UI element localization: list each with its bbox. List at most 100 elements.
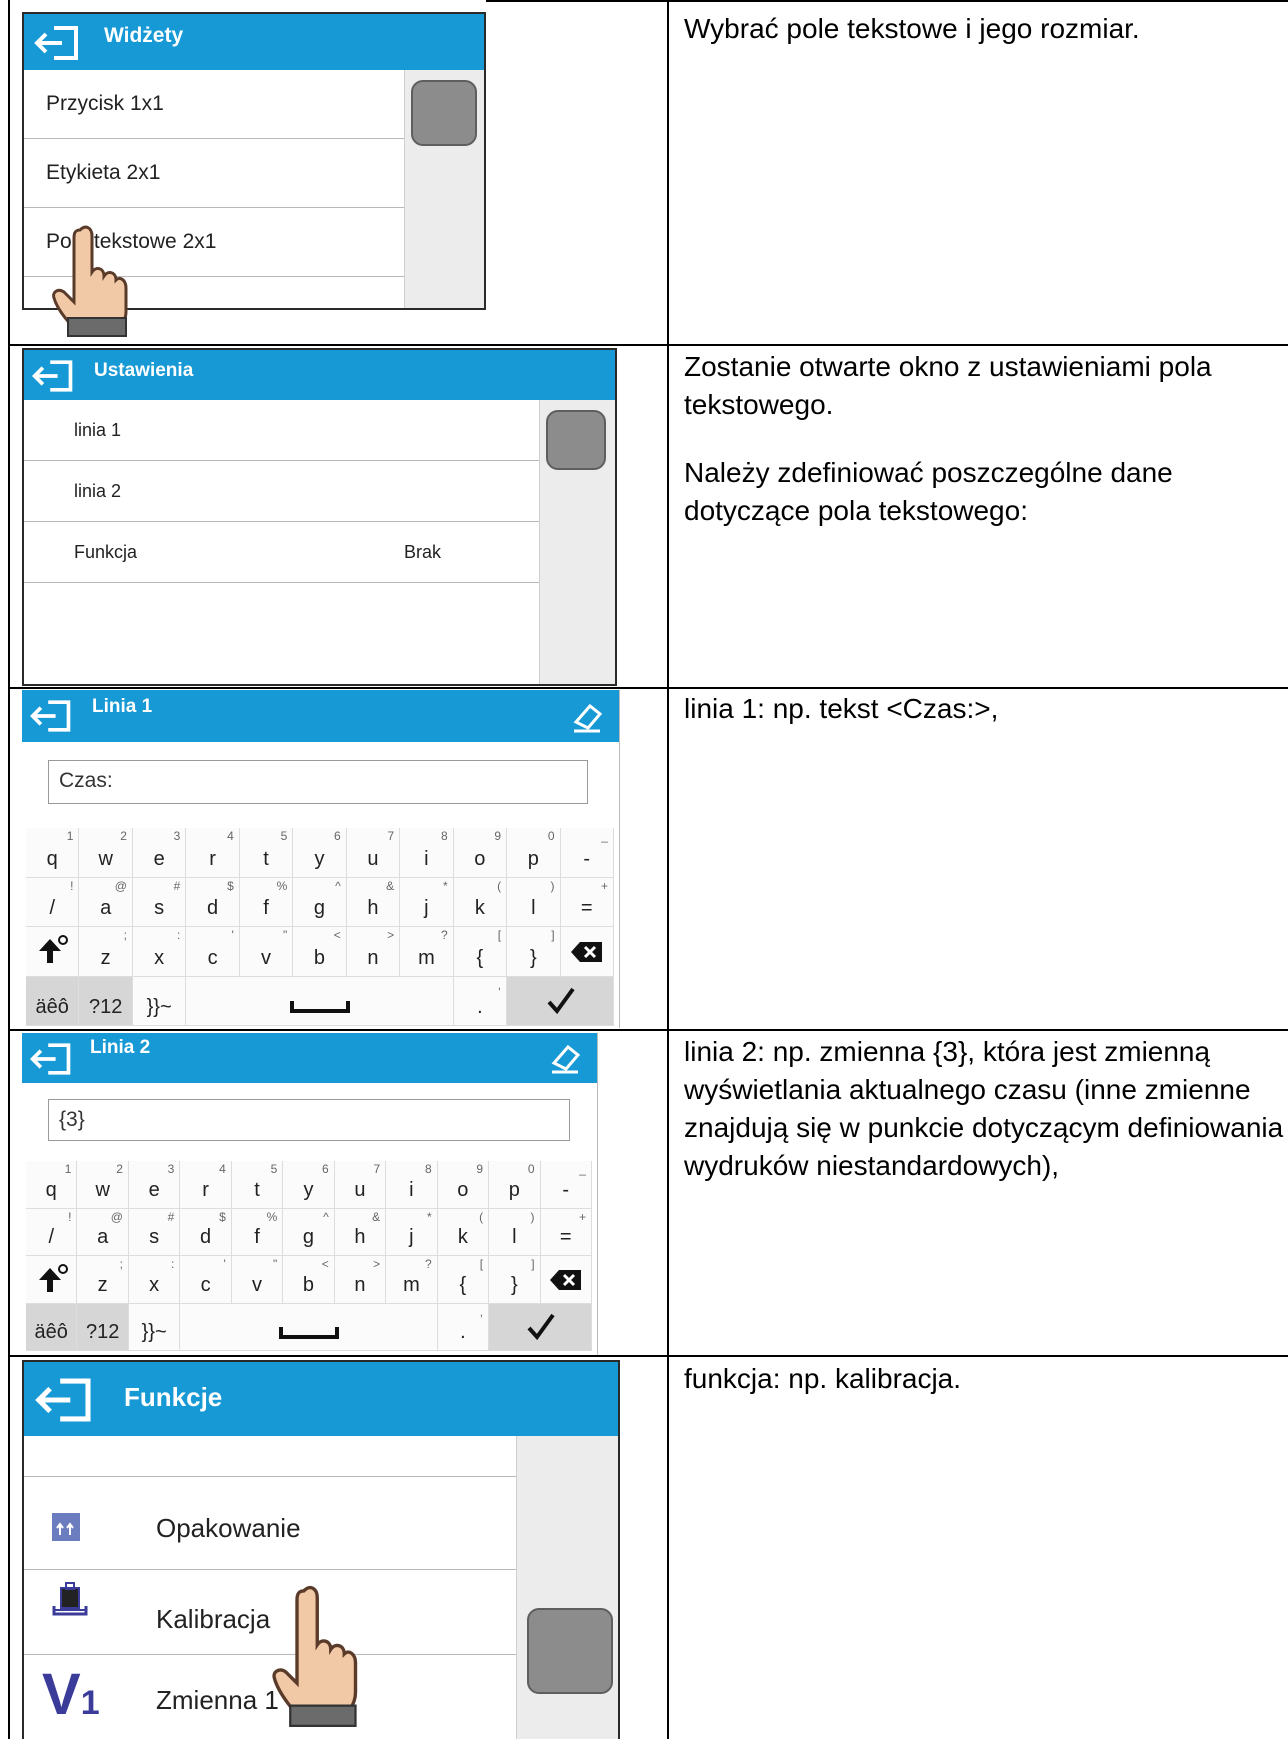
text-input[interactable]: Czas: xyxy=(48,760,588,804)
language-key[interactable]: äêô xyxy=(26,976,80,1026)
key[interactable]: < b xyxy=(293,927,347,977)
key[interactable]: 8i xyxy=(386,1161,438,1209)
dot-key[interactable]: ,. xyxy=(453,976,508,1026)
key[interactable]: 3e xyxy=(128,1161,181,1209)
key[interactable]: < b xyxy=(283,1256,335,1304)
shift-key[interactable] xyxy=(26,927,80,977)
scrollbar-thumb[interactable] xyxy=(527,1608,613,1694)
key[interactable]: 0p xyxy=(507,828,561,878)
key[interactable]: 0p xyxy=(489,1161,541,1209)
key[interactable]: ]} xyxy=(507,927,561,977)
back-arrow-icon[interactable] xyxy=(32,24,82,62)
key[interactable]: :x xyxy=(132,927,187,977)
key[interactable]: 7u xyxy=(346,828,401,878)
key[interactable]: # s xyxy=(128,1208,181,1256)
numbers-key[interactable]: ?12 xyxy=(77,1303,129,1351)
key[interactable]: 5t xyxy=(231,1161,284,1209)
key[interactable]: + = xyxy=(540,1208,592,1256)
key[interactable]: 1q xyxy=(26,828,80,878)
space-key[interactable] xyxy=(186,976,454,1026)
backspace-key[interactable] xyxy=(540,1256,592,1304)
back-arrow-icon[interactable] xyxy=(28,1041,74,1077)
language-key[interactable]: äêô xyxy=(26,1303,78,1351)
key[interactable]: (k xyxy=(453,877,508,927)
key[interactable]: 2w xyxy=(77,1161,129,1209)
key-secondary-label: ] xyxy=(531,1257,535,1271)
scrollbar[interactable] xyxy=(539,400,615,684)
key[interactable]: ? m xyxy=(400,927,454,977)
eraser-icon[interactable] xyxy=(546,1041,582,1075)
key[interactable]: ' c xyxy=(186,927,240,977)
key[interactable]: 2w xyxy=(79,828,133,878)
key[interactable]: > n xyxy=(346,927,401,977)
key[interactable]: (k xyxy=(437,1208,490,1256)
back-arrow-icon[interactable] xyxy=(30,358,76,394)
space-key[interactable] xyxy=(180,1303,438,1351)
key[interactable]: " v xyxy=(239,927,294,977)
confirm-key[interactable] xyxy=(489,1303,592,1351)
key[interactable]: ' c xyxy=(180,1256,232,1304)
key[interactable]: & h xyxy=(346,877,401,927)
scrollbar-thumb[interactable] xyxy=(411,80,477,146)
key[interactable]: ) l xyxy=(507,877,561,927)
key[interactable]: * j xyxy=(386,1208,438,1256)
key[interactable]: [{ xyxy=(453,927,508,977)
key[interactable]: & h xyxy=(334,1208,387,1256)
key[interactable]: 6y xyxy=(283,1161,335,1209)
key[interactable]: 1q xyxy=(26,1161,78,1209)
key[interactable]: * j xyxy=(400,877,454,927)
list-item[interactable]: Przycisk 1x1 xyxy=(24,70,404,139)
symbols-key[interactable]: }}~ xyxy=(132,976,187,1026)
eraser-icon[interactable] xyxy=(568,700,604,734)
function-tare[interactable]: Opakowanie xyxy=(24,1477,516,1570)
key[interactable]: ! / xyxy=(26,877,80,927)
key[interactable]: ]} xyxy=(489,1256,541,1304)
key[interactable]: $ d xyxy=(180,1208,232,1256)
dot-key[interactable]: ,. xyxy=(437,1303,490,1351)
back-arrow-icon[interactable] xyxy=(28,698,74,734)
key[interactable]: ; z xyxy=(79,927,133,977)
key[interactable]: ^ g xyxy=(293,877,347,927)
key[interactable]: > n xyxy=(334,1256,387,1304)
key[interactable]: @ a xyxy=(79,877,133,927)
key[interactable]: 4r xyxy=(180,1161,232,1209)
key[interactable]: % f xyxy=(239,877,294,927)
setting-function[interactable]: Funkcja Brak xyxy=(24,522,539,583)
key[interactable]: 5t xyxy=(239,828,294,878)
back-arrow-icon[interactable] xyxy=(32,1376,96,1424)
key[interactable]: _ - xyxy=(540,1161,592,1209)
key[interactable]: + = xyxy=(560,877,614,927)
scrollbar[interactable] xyxy=(404,70,484,308)
key[interactable]: _ - xyxy=(560,828,614,878)
key[interactable]: :x xyxy=(128,1256,181,1304)
key[interactable]: 4r xyxy=(186,828,240,878)
key[interactable]: % f xyxy=(231,1208,284,1256)
scrollbar[interactable] xyxy=(516,1436,618,1739)
key[interactable]: ) l xyxy=(489,1208,541,1256)
key[interactable]: 9o xyxy=(437,1161,490,1209)
confirm-key[interactable] xyxy=(507,976,614,1026)
key[interactable]: ! / xyxy=(26,1208,78,1256)
symbols-key[interactable]: }}~ xyxy=(128,1303,181,1351)
backspace-key[interactable] xyxy=(560,927,614,977)
shift-key[interactable] xyxy=(26,1256,78,1304)
key[interactable]: [{ xyxy=(437,1256,490,1304)
key[interactable]: 3e xyxy=(132,828,187,878)
key[interactable]: " v xyxy=(231,1256,284,1304)
list-item[interactable]: Etykieta 2x1 xyxy=(24,139,404,208)
setting-line-2[interactable]: linia 2 xyxy=(24,461,539,522)
text-input[interactable]: {3} xyxy=(48,1099,570,1141)
key[interactable]: # s xyxy=(132,877,187,927)
key[interactable]: 8i xyxy=(400,828,454,878)
key[interactable]: ^ g xyxy=(283,1208,335,1256)
key[interactable]: 6y xyxy=(293,828,347,878)
key[interactable]: ? m xyxy=(386,1256,438,1304)
scrollbar-thumb[interactable] xyxy=(546,410,606,470)
key[interactable]: 9o xyxy=(453,828,508,878)
key[interactable]: $ d xyxy=(186,877,240,927)
numbers-key[interactable]: ?12 xyxy=(79,976,133,1026)
key[interactable]: ; z xyxy=(77,1256,129,1304)
key[interactable]: @ a xyxy=(77,1208,129,1256)
setting-line-1[interactable]: linia 1 xyxy=(24,400,539,461)
key[interactable]: 7u xyxy=(334,1161,387,1209)
